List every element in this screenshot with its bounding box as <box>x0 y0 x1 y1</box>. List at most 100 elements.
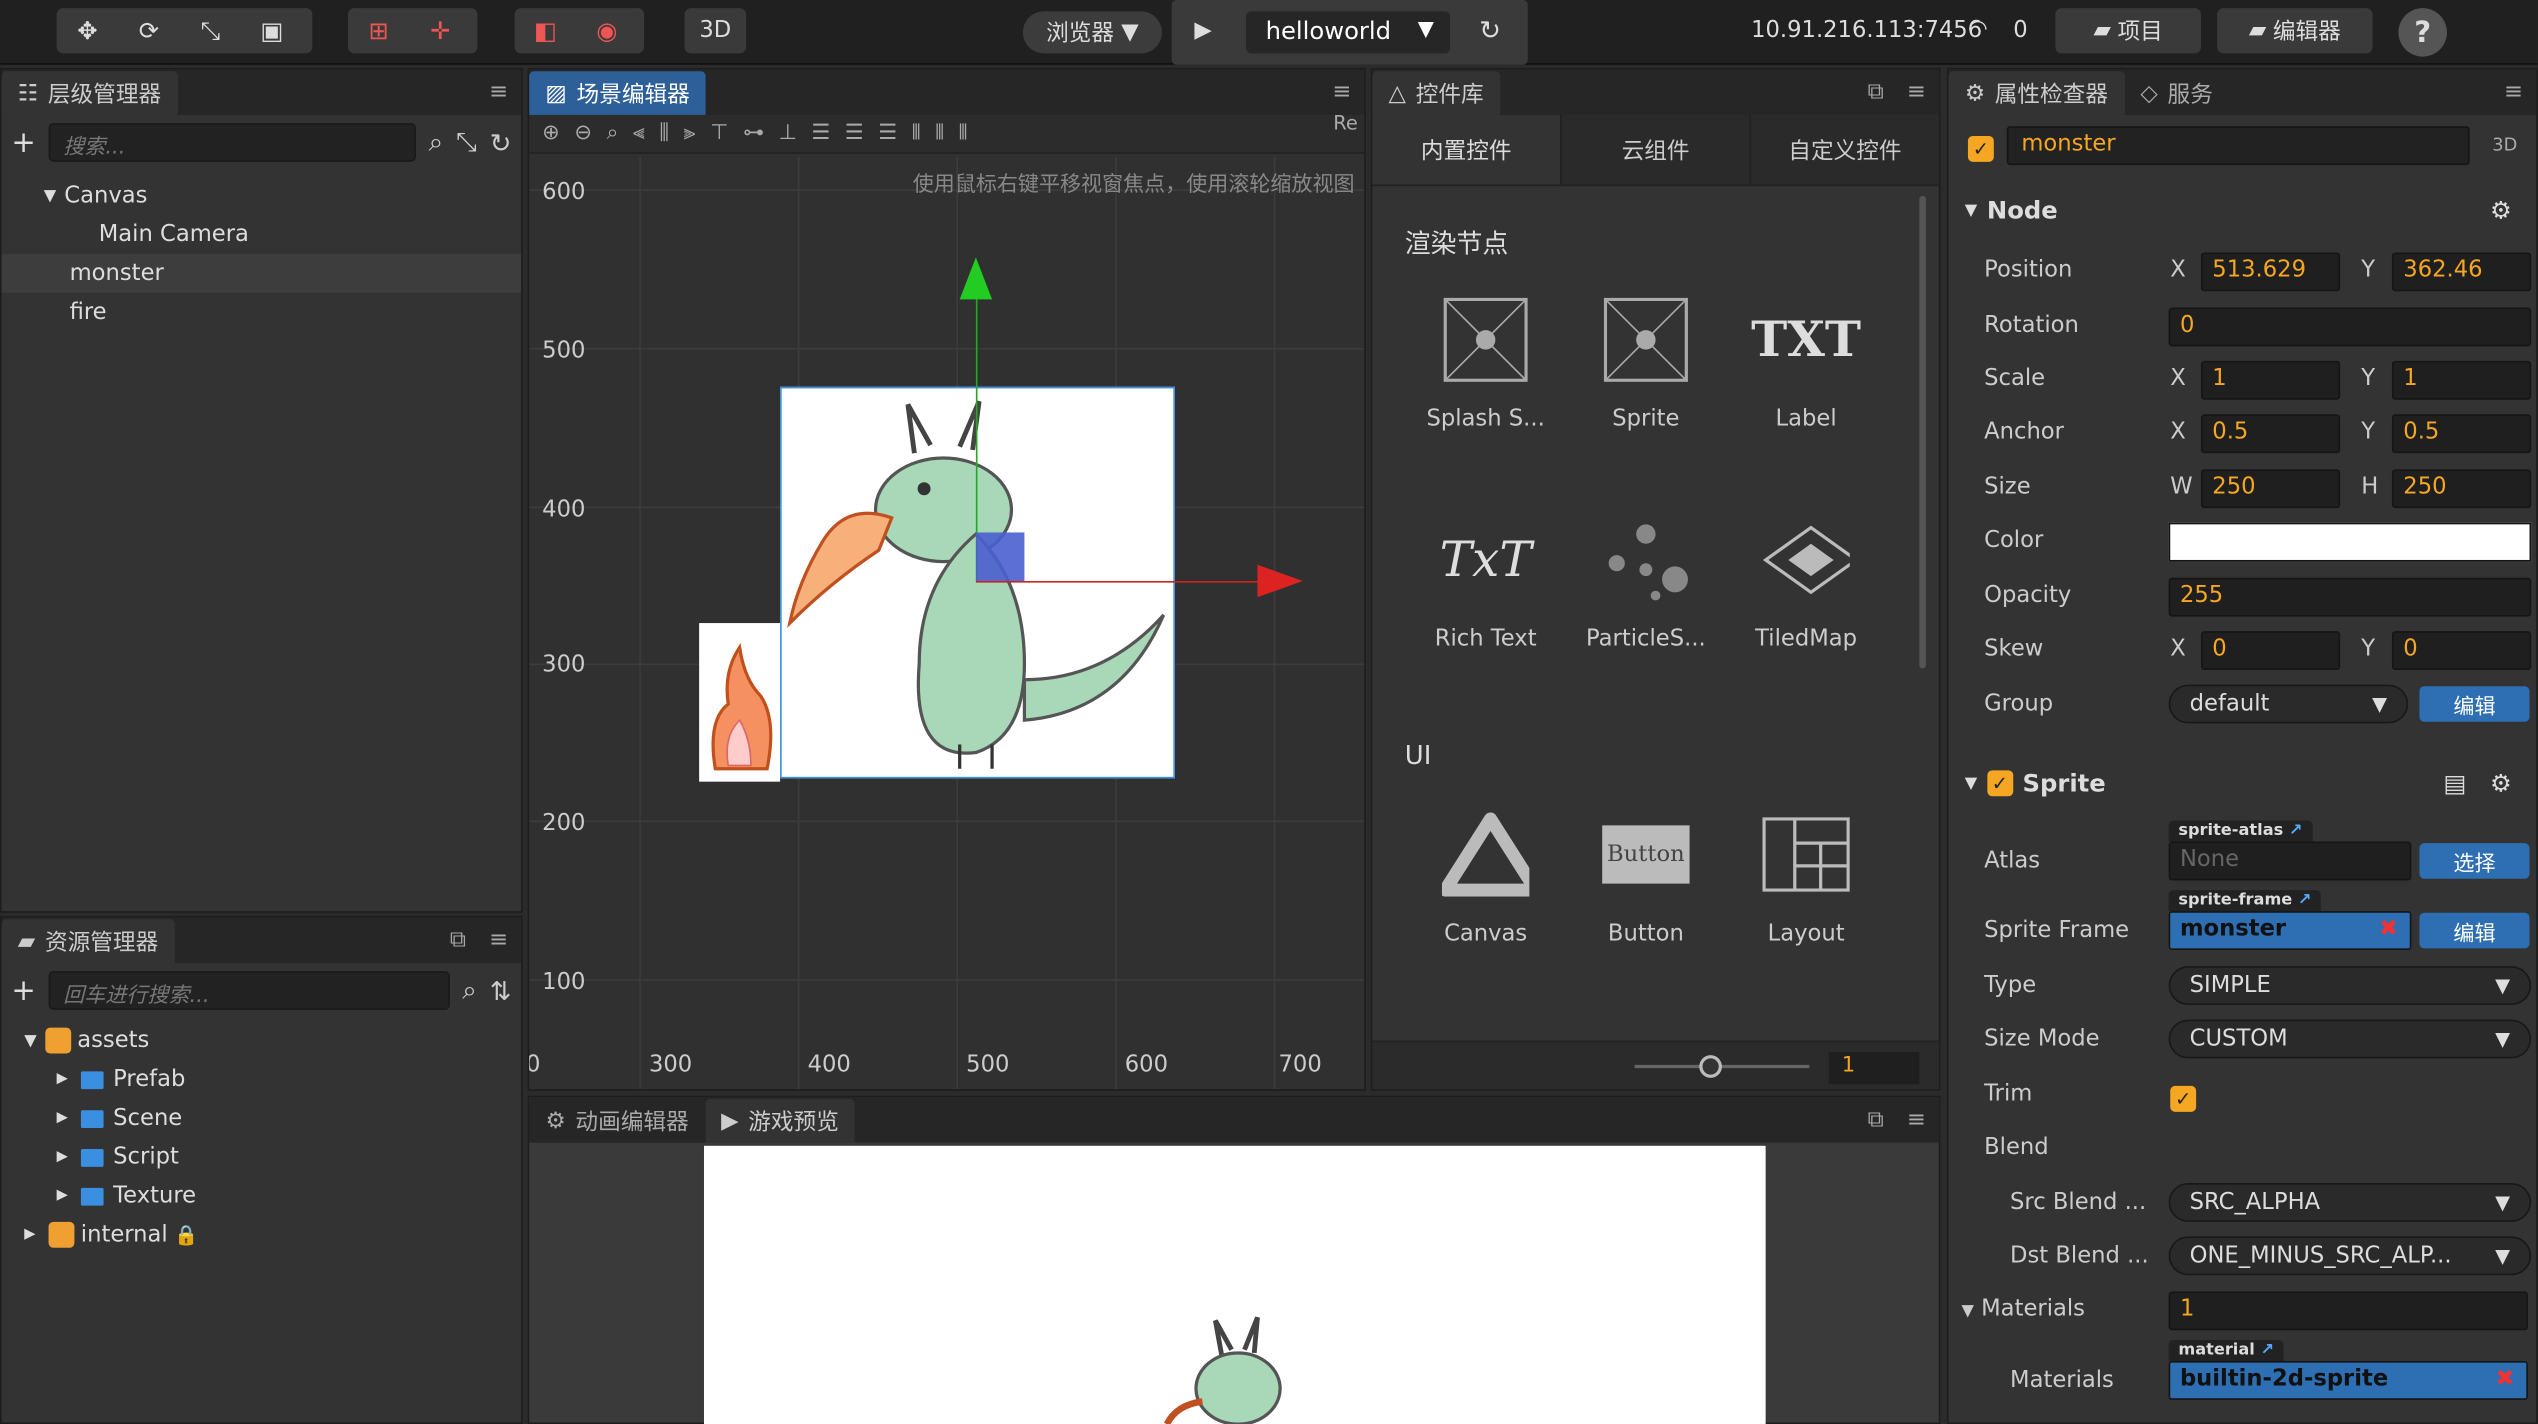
distribute-bottom-icon[interactable]: ☰ <box>878 121 897 145</box>
sprite-enabled-checkbox[interactable]: ✓ <box>1986 770 2013 797</box>
menu-icon[interactable]: ≡ <box>1332 79 1351 105</box>
distribute-center-icon[interactable]: ⫴ <box>935 121 944 145</box>
gizmo-x-arrow-icon[interactable] <box>1257 564 1303 598</box>
open-project-button[interactable]: ▰ 项目 <box>2055 8 2201 54</box>
local-view-icon[interactable]: ◧ <box>515 8 576 53</box>
tree-item-assets[interactable]: ▼ assets <box>2 1021 521 1060</box>
distribute-middle-icon[interactable]: ☰ <box>845 121 864 145</box>
anchor-y-input[interactable]: 0.5 <box>2391 414 2532 454</box>
align-bottom-icon[interactable]: ⊥ <box>779 121 797 145</box>
refresh-icon[interactable]: ↻ <box>1479 15 1501 46</box>
tab-game-preview[interactable]: ▶ 游戏预览 <box>704 1098 856 1143</box>
menu-icon[interactable]: ≡ <box>489 79 508 105</box>
src-blend-select[interactable]: SRC_ALPHA ▼ <box>2168 1183 2532 1222</box>
group-edit-button[interactable]: 编辑 <box>2419 686 2530 722</box>
popout-icon[interactable]: ⧉ <box>450 927 466 953</box>
tree-item-script[interactable]: ▶ Script <box>2 1138 521 1177</box>
tree-item-monster[interactable]: monster <box>1 254 522 293</box>
widget-layout[interactable]: Layout <box>1725 811 1887 947</box>
sprite-frame-edit-button[interactable]: 编辑 <box>2419 912 2530 949</box>
search-icon[interactable]: ⌕ <box>429 126 444 158</box>
book-icon[interactable]: ▤ <box>2443 769 2466 798</box>
tree-item-fire[interactable]: fire <box>2 293 521 332</box>
align-right-icon[interactable]: ⫸ <box>684 121 696 145</box>
color-swatch[interactable] <box>2168 522 2532 562</box>
widget-sprite[interactable]: Sprite <box>1565 296 1727 432</box>
add-icon[interactable]: + <box>11 125 35 159</box>
zoom-slider-handle[interactable] <box>1699 1055 1722 1078</box>
widget-particle-system[interactable]: ParticleS... <box>1565 516 1727 652</box>
node-name-input[interactable]: monster <box>2006 126 2470 166</box>
atlas-input[interactable]: None <box>2168 841 2412 881</box>
tab-widgets[interactable]: △ 控件库 <box>1372 71 1500 115</box>
zoom-input[interactable]: 1 <box>1828 1051 1920 1085</box>
tree-item-prefab[interactable]: ▶ Prefab <box>2 1060 521 1099</box>
node-active-checkbox[interactable]: ✓ <box>1967 131 1994 162</box>
open-editor-button[interactable]: ▰ 编辑器 <box>2217 8 2373 54</box>
skew-x-input[interactable]: 0 <box>2200 631 2341 671</box>
distribute-left-icon[interactable]: ⫴ <box>912 121 921 145</box>
sprite-section-header[interactable]: ▼ ✓ Sprite ▤ ⚙ <box>1949 759 2532 808</box>
position-x-input[interactable]: 513.629 <box>2200 252 2341 292</box>
popout-icon[interactable]: ⧉ <box>1868 1107 1884 1133</box>
expand-arrow-icon[interactable]: ▶ <box>57 1188 68 1204</box>
tab-assets[interactable]: ▰ 资源管理器 <box>1 919 175 963</box>
scene-select[interactable]: helloworld ▼ <box>1246 11 1451 54</box>
zoom-reset-icon[interactable]: ⌕ <box>607 121 619 145</box>
group-select[interactable]: default ▼ <box>2168 684 2409 724</box>
refresh-icon[interactable]: ↻ <box>490 127 512 158</box>
tab-builtin-widgets[interactable]: 内置控件 <box>1372 114 1561 185</box>
node-section-header[interactable]: ▼ Node ⚙ <box>1949 186 2532 235</box>
materials-header[interactable]: ▼ Materials <box>1961 1296 2085 1322</box>
size-h-input[interactable]: 250 <box>2391 469 2532 509</box>
menu-icon[interactable]: ≡ <box>1907 79 1926 105</box>
sprite-frame-input[interactable]: monster <box>2168 911 2412 950</box>
scene-viewport[interactable]: 使用鼠标右键平移视窗焦点，使用滚轮缩放视图 600 500 400 300 20… <box>529 156 1365 1090</box>
global-view-icon[interactable]: ◉ <box>576 8 637 53</box>
widgets-scrollbar[interactable] <box>1919 195 1926 669</box>
scale-y-input[interactable]: 1 <box>2391 360 2532 400</box>
rotation-input[interactable]: 0 <box>2168 307 2532 347</box>
trim-checkbox[interactable]: ✓ <box>2170 1081 2197 1112</box>
gear-icon[interactable]: ⚙ <box>2490 769 2512 798</box>
tree-item-internal[interactable]: ▶ internal 🔒 <box>2 1215 521 1254</box>
atlas-select-button[interactable]: 选择 <box>2419 843 2530 879</box>
pivot-center-icon[interactable]: ✛ <box>409 8 470 53</box>
expand-arrow-icon[interactable]: ▶ <box>57 1149 68 1165</box>
opacity-input[interactable]: 255 <box>2168 577 2532 617</box>
gizmo-center-handle[interactable] <box>975 532 1025 581</box>
expand-arrow-icon[interactable]: ▶ <box>57 1110 68 1126</box>
tag-3d[interactable]: 3D <box>2492 134 2517 155</box>
sort-icon[interactable]: ⇅ <box>490 975 512 1006</box>
tab-hierarchy[interactable]: ☷ 层级管理器 <box>1 71 178 115</box>
widget-label[interactable]: TXT Label <box>1725 296 1887 433</box>
size-w-input[interactable]: 250 <box>2200 469 2341 509</box>
tab-scene-editor[interactable]: ▨ 场景编辑器 <box>529 71 706 115</box>
material-input[interactable]: builtin-2d-sprite <box>2168 1361 2528 1400</box>
align-top-icon[interactable]: ⊤ <box>710 121 728 145</box>
distribute-right-icon[interactable]: ⫴ <box>959 121 968 145</box>
widget-canvas[interactable]: Canvas <box>1405 811 1567 947</box>
tree-item-main-camera[interactable]: Main Camera <box>2 215 521 254</box>
clear-icon[interactable]: ✖ <box>2496 1366 2515 1392</box>
rotate-tool-icon[interactable]: ⟳ <box>118 8 179 53</box>
scale-x-input[interactable]: 1 <box>2200 360 2341 400</box>
distribute-top-icon[interactable]: ☰ <box>811 121 830 145</box>
align-vcenter-icon[interactable]: ⊶ <box>743 121 764 145</box>
tree-item-canvas[interactable]: ▼ Canvas <box>2 176 521 215</box>
menu-icon[interactable]: ≡ <box>489 927 508 953</box>
anchor-x-input[interactable]: 0.5 <box>2200 414 2341 454</box>
materials-count-input[interactable]: 1 <box>2168 1291 2528 1331</box>
dst-blend-select[interactable]: ONE_MINUS_SRC_ALP... ▼ <box>2168 1236 2532 1276</box>
popout-icon[interactable]: ⧉ <box>1868 79 1884 105</box>
play-icon[interactable]: ▶ <box>1194 18 1211 44</box>
hierarchy-search-input[interactable]: 搜索... <box>48 122 416 162</box>
type-select[interactable]: SIMPLE ▼ <box>2168 966 2532 1006</box>
expand-arrow-icon[interactable]: ▶ <box>24 1227 35 1243</box>
tab-animation-editor[interactable]: ⚙ 动画编辑器 <box>529 1098 705 1143</box>
scale-tool-icon[interactable]: ⤡ <box>180 8 241 53</box>
add-icon[interactable]: + <box>11 973 35 1007</box>
skew-y-input[interactable]: 0 <box>2391 631 2532 671</box>
assets-search-input[interactable]: 回车进行搜索... <box>48 971 450 1010</box>
widget-button[interactable]: Button Button <box>1565 811 1727 947</box>
